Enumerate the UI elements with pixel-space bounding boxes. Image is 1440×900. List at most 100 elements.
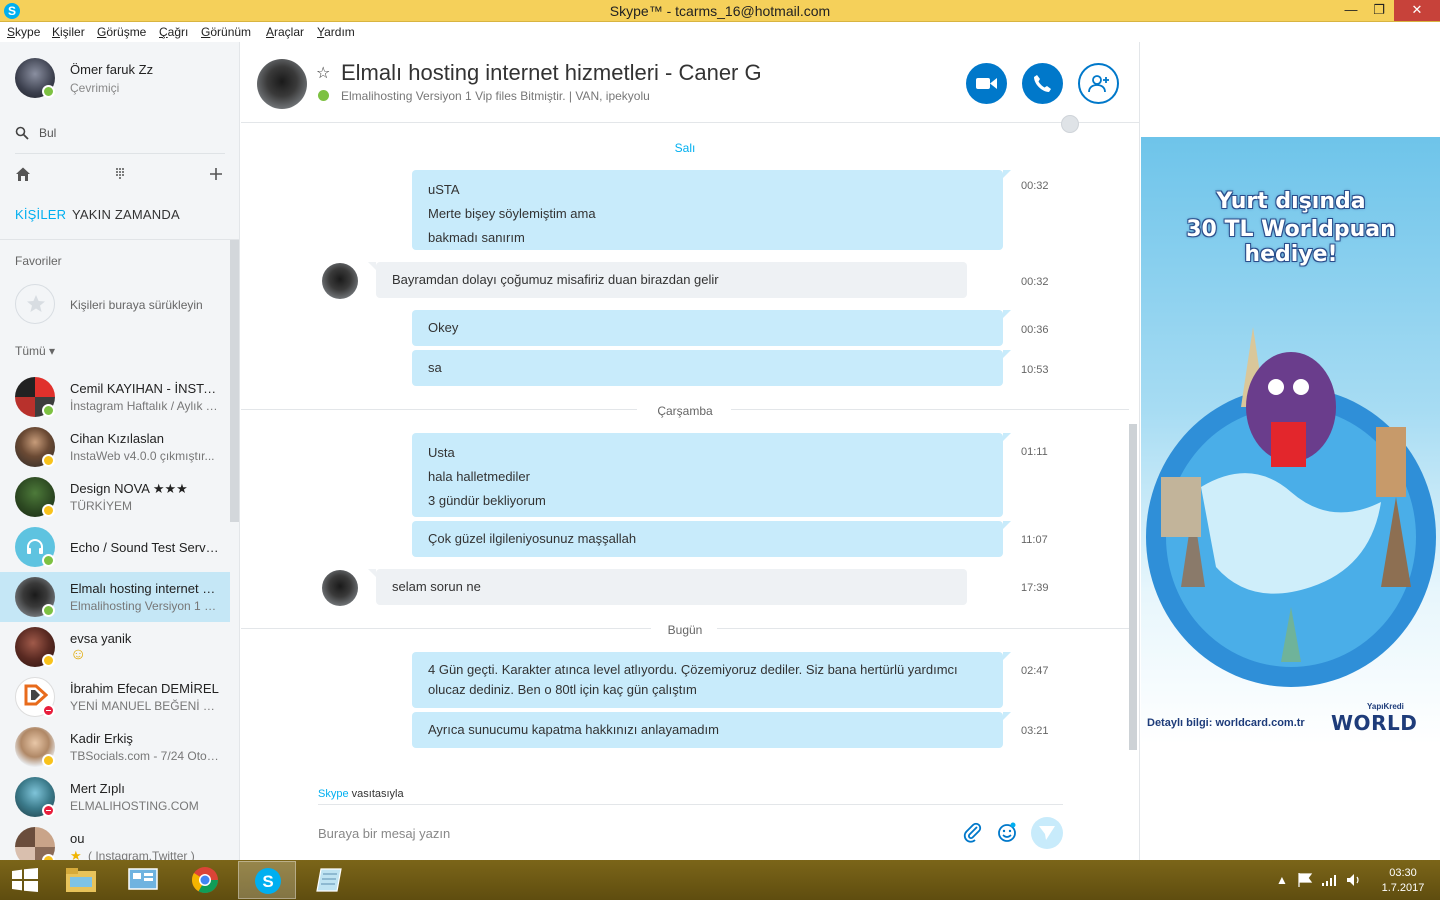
contact-mood: ( Instagram,Twitter ) <box>88 849 195 860</box>
show-hidden-icons-icon[interactable]: ▲ <box>1276 873 1288 887</box>
via-skype-label[interactable]: Skype vasıtasıyla <box>318 788 404 800</box>
contact-item[interactable]: Cihan Kızılaslan InstaWeb v4.0.0 çıkmışt… <box>0 422 230 472</box>
contact-list-scrollbar[interactable] <box>230 240 239 522</box>
send-button[interactable] <box>1031 817 1063 849</box>
paperclip-icon[interactable] <box>962 821 984 843</box>
menu-view[interactable]: Görünüm <box>201 25 251 39</box>
message-bubble-incoming[interactable]: selam sorun ne <box>368 569 967 605</box>
message-bubble-incoming[interactable]: Bayramdan dolayı çoğumuz misafiriz duan … <box>368 262 967 298</box>
message-scrollbar[interactable] <box>1129 424 1137 750</box>
emoticon-icon[interactable] <box>996 821 1018 843</box>
video-camera-icon <box>976 78 997 89</box>
message-bubble-outgoing[interactable]: sa <box>412 350 1011 386</box>
message-bubble-outgoing[interactable]: Ayrıca sunucumu kapatma hakkınızı anlaya… <box>412 712 1011 748</box>
contact-item[interactable]: ou ( Instagram,Twitter ) ★ <box>0 822 230 860</box>
status-online-icon <box>42 604 55 617</box>
message-bubble-outgoing[interactable]: Usta hala halletmediler 3 gündür bekliyo… <box>412 433 1011 517</box>
menu-tools[interactable]: Araçlar <box>266 25 304 39</box>
add-icon[interactable] <box>208 166 224 182</box>
menu-skype[interactable]: Skype <box>7 25 40 39</box>
taskbar-notepad[interactable] <box>300 861 358 899</box>
taskbar-file-explorer[interactable] <box>52 861 110 899</box>
maximize-button[interactable]: ❐ <box>1364 0 1394 21</box>
taskbar-chrome[interactable] <box>176 861 234 899</box>
contact-item[interactable]: Mert Zıplı ELMALIHOSTING.COM <box>0 772 230 822</box>
message-text: selam sorun ne <box>392 579 481 594</box>
message-text: Merte bişey söylemiştim ama <box>428 206 596 221</box>
message-time: 01:11 <box>1021 446 1048 458</box>
ad-brand: WORLD <box>1331 711 1418 735</box>
ad-brand-small: YapıKredi <box>1367 702 1404 711</box>
message-time: 02:47 <box>1021 665 1049 677</box>
sender-avatar[interactable] <box>322 570 358 606</box>
contact-name: Kadir Erkiş <box>70 731 133 746</box>
message-text: Okey <box>428 320 459 335</box>
conversation-avatar[interactable] <box>257 59 307 109</box>
contact-item[interactable]: Cemil KAYIHAN - İNSTAGRAM İnstagram Haft… <box>0 372 230 422</box>
taskbar-skype[interactable]: S <box>238 861 296 899</box>
dialpad-icon[interactable] <box>112 166 128 182</box>
audio-call-button[interactable] <box>1022 63 1063 104</box>
my-name[interactable]: Ömer faruk Zz <box>70 62 153 77</box>
contact-item[interactable]: Design NOVA ★★★ TÜRKİYEM <box>0 472 230 522</box>
message-time: 17:39 <box>1021 582 1049 594</box>
star-emoticon-icon: ★ <box>70 848 82 860</box>
star-icon <box>27 295 45 312</box>
tab-contacts[interactable]: KİŞİLER <box>15 207 66 222</box>
conversation-title[interactable]: Elmalı hosting internet hizmetleri - Can… <box>341 60 762 86</box>
volume-icon[interactable] <box>1346 873 1362 887</box>
sender-avatar[interactable] <box>322 263 358 299</box>
favorite-star-icon[interactable]: ☆ <box>316 63 330 83</box>
menu-help[interactable]: Yardım <box>317 25 355 39</box>
contact-mood: TBSocials.com - 7/24 Otomatik <box>70 749 220 763</box>
windows-start-icon[interactable] <box>12 868 38 892</box>
status-online-icon <box>42 554 55 567</box>
ad-sidebar: Yurt dışında 30 TL Worldpuan hediye! Det… <box>1139 42 1440 860</box>
status-online-icon <box>42 404 55 417</box>
divider <box>318 804 1063 805</box>
message-bubble-outgoing[interactable]: Çok güzel ilgileniyosunuz maşşallah <box>412 521 1011 557</box>
contact-mood: YENİ MANUEL BEĞENİ PAKETLERİ <box>70 699 220 713</box>
my-status[interactable]: Çevrimiçi <box>70 81 119 95</box>
network-icon[interactable] <box>1322 874 1338 886</box>
close-button[interactable]: ✕ <box>1394 0 1440 21</box>
contact-item[interactable]: Echo / Sound Test Service <box>0 522 230 572</box>
system-clock[interactable]: 03:30 1.7.2017 <box>1376 866 1430 896</box>
tab-recent[interactable]: YAKIN ZAMANDA <box>72 207 180 222</box>
video-call-button[interactable] <box>966 63 1007 104</box>
contact-mood: InstaWeb v4.0.0 çıkmıştır... <box>70 449 215 463</box>
home-icon[interactable] <box>15 166 31 182</box>
advertisement-banner[interactable]: Yurt dışında 30 TL Worldpuan hediye! Det… <box>1141 137 1440 744</box>
message-bubble-outgoing[interactable]: Okey <box>412 310 1011 346</box>
message-input[interactable] <box>318 822 918 844</box>
action-center-flag-icon[interactable] <box>1297 873 1313 887</box>
contact-item[interactable]: İbrahim Efecan DEMİREL YENİ MANUEL BEĞEN… <box>0 672 230 722</box>
windows-taskbar: S ▲ 03:30 1.7.2017 <box>0 860 1440 900</box>
message-text: 4 Gün geçti. Karakter atınca level atlıy… <box>428 662 958 677</box>
day-separator: Bugün <box>667 623 703 637</box>
contact-item[interactable]: Kadir Erkiş TBSocials.com - 7/24 Otomati… <box>0 722 230 772</box>
minimize-button[interactable]: — <box>1336 0 1366 21</box>
day-separator: Çarşamba <box>657 404 713 418</box>
contact-mood: ELMALIHOSTING.COM <box>70 799 199 813</box>
ad-globe-illustration <box>1146 327 1436 687</box>
menu-call[interactable]: Çağrı <box>159 25 188 39</box>
add-participant-button[interactable] <box>1078 63 1119 104</box>
clock-date: 1.7.2017 <box>1381 882 1425 894</box>
message-bubble-outgoing[interactable]: uSTA Merte bişey söylemiştim ama bakmadı… <box>412 170 1011 250</box>
folder-icon <box>66 868 96 892</box>
clock-time: 03:30 <box>1389 867 1417 879</box>
contact-item-selected[interactable]: Elmalı hosting internet hizmetleri Elmal… <box>0 572 230 622</box>
title-bar: S Skype™ - tcarms_16@hotmail.com — ❐ ✕ <box>0 0 1440 22</box>
menu-conversation[interactable]: Görüşme <box>97 25 146 39</box>
headset-icon <box>27 539 43 554</box>
all-contacts-filter[interactable]: Tümü ▾ <box>15 344 55 358</box>
taskbar-control-panel[interactable] <box>114 861 172 899</box>
contact-item[interactable]: evsa yanik ☺ <box>0 622 230 672</box>
contact-name: evsa yanik <box>70 631 132 646</box>
ad-info-link[interactable]: Detaylı bilgi: worldcard.com.tr <box>1147 717 1305 729</box>
message-bubble-outgoing[interactable]: 4 Gün geçti. Karakter atınca level atlıy… <box>412 652 1011 708</box>
menu-contacts[interactable]: Kişiler <box>52 25 85 39</box>
message-text: sa <box>428 360 442 375</box>
message-time: 10:53 <box>1021 364 1049 376</box>
